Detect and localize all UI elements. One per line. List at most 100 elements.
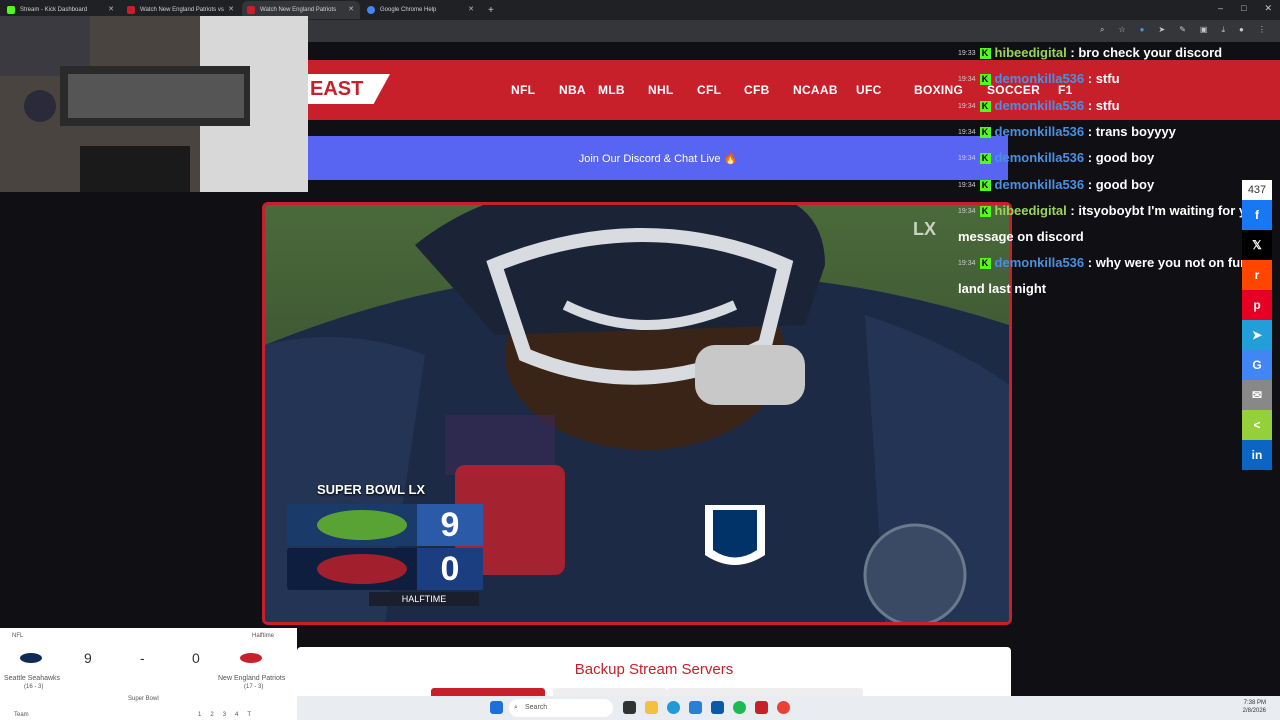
edge-icon[interactable] [667,701,680,714]
close-tab-icon[interactable]: ✕ [228,5,234,13]
chat-text: stfu [1095,71,1120,87]
chat-timestamp: 19:34 [958,155,976,163]
zoom-icon[interactable]: ⌕ [1100,25,1104,35]
sidebar-icon[interactable]: ▣ [1200,25,1208,35]
maximize-button[interactable]: □ [1241,3,1246,14]
tab-title: Google Chrome Help [380,7,437,13]
scorebug: SUPER BOWL LX 9 0 HALFTIME [287,482,483,606]
chat-message: 19:34 Kdemonkilla536 : stfu [958,66,1278,92]
chat-username[interactable]: demonkilla536 [995,98,1085,113]
new-tab-button[interactable]: + [488,5,494,16]
chat-username[interactable]: demonkilla536 [995,71,1085,86]
widget-team-header: Team [14,712,29,718]
server-button[interactable] [431,688,545,696]
kick-favicon-icon [7,6,15,14]
linkedin-icon[interactable]: in [1242,440,1272,470]
settings-icon[interactable] [689,701,702,714]
extension-icon[interactable]: ● [1140,25,1145,35]
close-tab-icon[interactable]: ✕ [108,5,114,13]
chat-message: 19:34 Kdemonkilla536 : trans boyyyy [958,119,1278,145]
chat-username[interactable]: hibeedigital [995,203,1067,218]
discord-banner[interactable]: Join Our Discord & Chat Live 🔥 [308,136,1008,180]
kick-badge-icon: K [979,100,991,112]
nav-link-boxing[interactable]: BOXING [914,83,963,97]
tab-title: Watch New England Patriots [260,7,337,13]
taskbar-search[interactable]: ⌕ Search [509,699,613,717]
nav-link-ufc[interactable]: UFC [856,83,882,97]
email-icon[interactable]: ✉ [1242,380,1272,410]
edit-icon[interactable]: ✎ [1179,25,1186,35]
reddit-icon[interactable]: r [1242,260,1272,290]
quarter-label: T [247,712,252,718]
x-icon[interactable]: 𝕏 [1242,230,1272,260]
close-tab-icon[interactable]: ✕ [348,5,354,13]
windows-start-icon[interactable] [490,701,503,714]
chat-separator: : [1084,254,1096,270]
app-icon[interactable] [755,701,768,714]
store-icon[interactable] [711,701,724,714]
widget-away-score: 0 [192,650,200,666]
chat-username[interactable]: demonkilla536 [995,124,1085,139]
chat-timestamp: 19:33 [958,49,976,57]
tab-title: Stream - Kick Dashboard [20,7,88,13]
telegram-icon[interactable]: ➤ [1242,320,1272,350]
taskbar-clock[interactable]: 7:38 PM 2/8/2026 [1243,699,1266,715]
server-button[interactable] [749,688,863,696]
widget-home-team: Seattle Seahawks [4,675,61,682]
toolbar-icons: ⌕ ☆ ● ➤ ✎ ▣ ⤓ ● ⋮ [1100,25,1266,35]
widget-away-record: (17 - 3) [244,684,264,690]
chat-separator: : [1084,71,1096,87]
forward-icon[interactable]: ➤ [1159,25,1166,35]
spotify-icon[interactable] [733,701,746,714]
nav-link-nfl[interactable]: NFL [511,83,535,97]
chat-text: good boy [1095,176,1155,192]
chrome-icon[interactable] [777,701,790,714]
browser-tab[interactable]: Google Chrome Help ✕ [362,1,480,19]
chat-separator: : [1084,150,1096,166]
file-explorer-icon[interactable] [645,701,658,714]
facebook-icon[interactable]: f [1242,200,1272,230]
bookmark-star-icon[interactable]: ☆ [1118,25,1125,35]
menu-icon[interactable]: ⋮ [1258,25,1266,35]
close-tab-icon[interactable]: ✕ [468,5,474,13]
share-icon[interactable]: < [1242,410,1272,440]
task-view-icon[interactable] [623,701,636,714]
chat-separator: : [1084,123,1096,139]
chat-text: good boy [1095,150,1155,166]
nav-link-ncaab[interactable]: NCAAB [793,83,838,97]
webcam-overlay [0,16,308,192]
nav-link-nba[interactable]: NBA [559,83,586,97]
profile-icon[interactable]: ● [1239,25,1244,35]
google-favicon-icon [367,6,375,14]
site-logo[interactable]: EAST [308,74,390,104]
home-score: 9 [417,504,483,546]
chat-username[interactable]: demonkilla536 [995,177,1085,192]
nav-link-cfl[interactable]: CFL [697,83,721,97]
google-icon[interactable]: G [1242,350,1272,380]
pinterest-icon[interactable]: p [1242,290,1272,320]
chat-overlay: 19:33 Khibeedigital : bro check your disc… [958,40,1278,302]
chat-username[interactable]: demonkilla536 [995,150,1085,165]
nav-link-nhl[interactable]: NHL [648,83,674,97]
chat-timestamp: 19:34 [958,128,976,136]
seahawks-logo-icon [20,653,42,663]
backup-title: Backup Stream Servers [574,661,734,678]
share-sidebar: 437 f 𝕏r p ➤ G ✉ < in [1242,180,1272,470]
chat-message: 19:34 Kdemonkilla536 : good boy [958,145,1278,171]
close-window-button[interactable]: ✕ [1264,3,1272,14]
kick-badge-icon: K [979,205,991,217]
chat-username[interactable]: hibeedigital [995,45,1067,60]
minimize-button[interactable]: – [1218,3,1223,14]
server-button[interactable] [553,688,667,696]
chat-text: trans boyyyy [1095,123,1176,139]
download-icon[interactable]: ⤓ [1221,25,1225,35]
widget-league: NFL [12,633,24,639]
nav-link-cfb[interactable]: CFB [744,83,770,97]
chat-message: 19:34 Khibeedigital : itsyoboybt I'm wait… [958,198,1278,250]
widget-event: Super Bowl [128,696,159,702]
game-status: HALFTIME [369,592,479,606]
chat-username[interactable]: demonkilla536 [995,255,1085,270]
kick-badge-icon: K [979,74,991,86]
nav-link-mlb[interactable]: MLB [598,83,625,97]
chat-timestamp: 19:34 [958,207,976,215]
